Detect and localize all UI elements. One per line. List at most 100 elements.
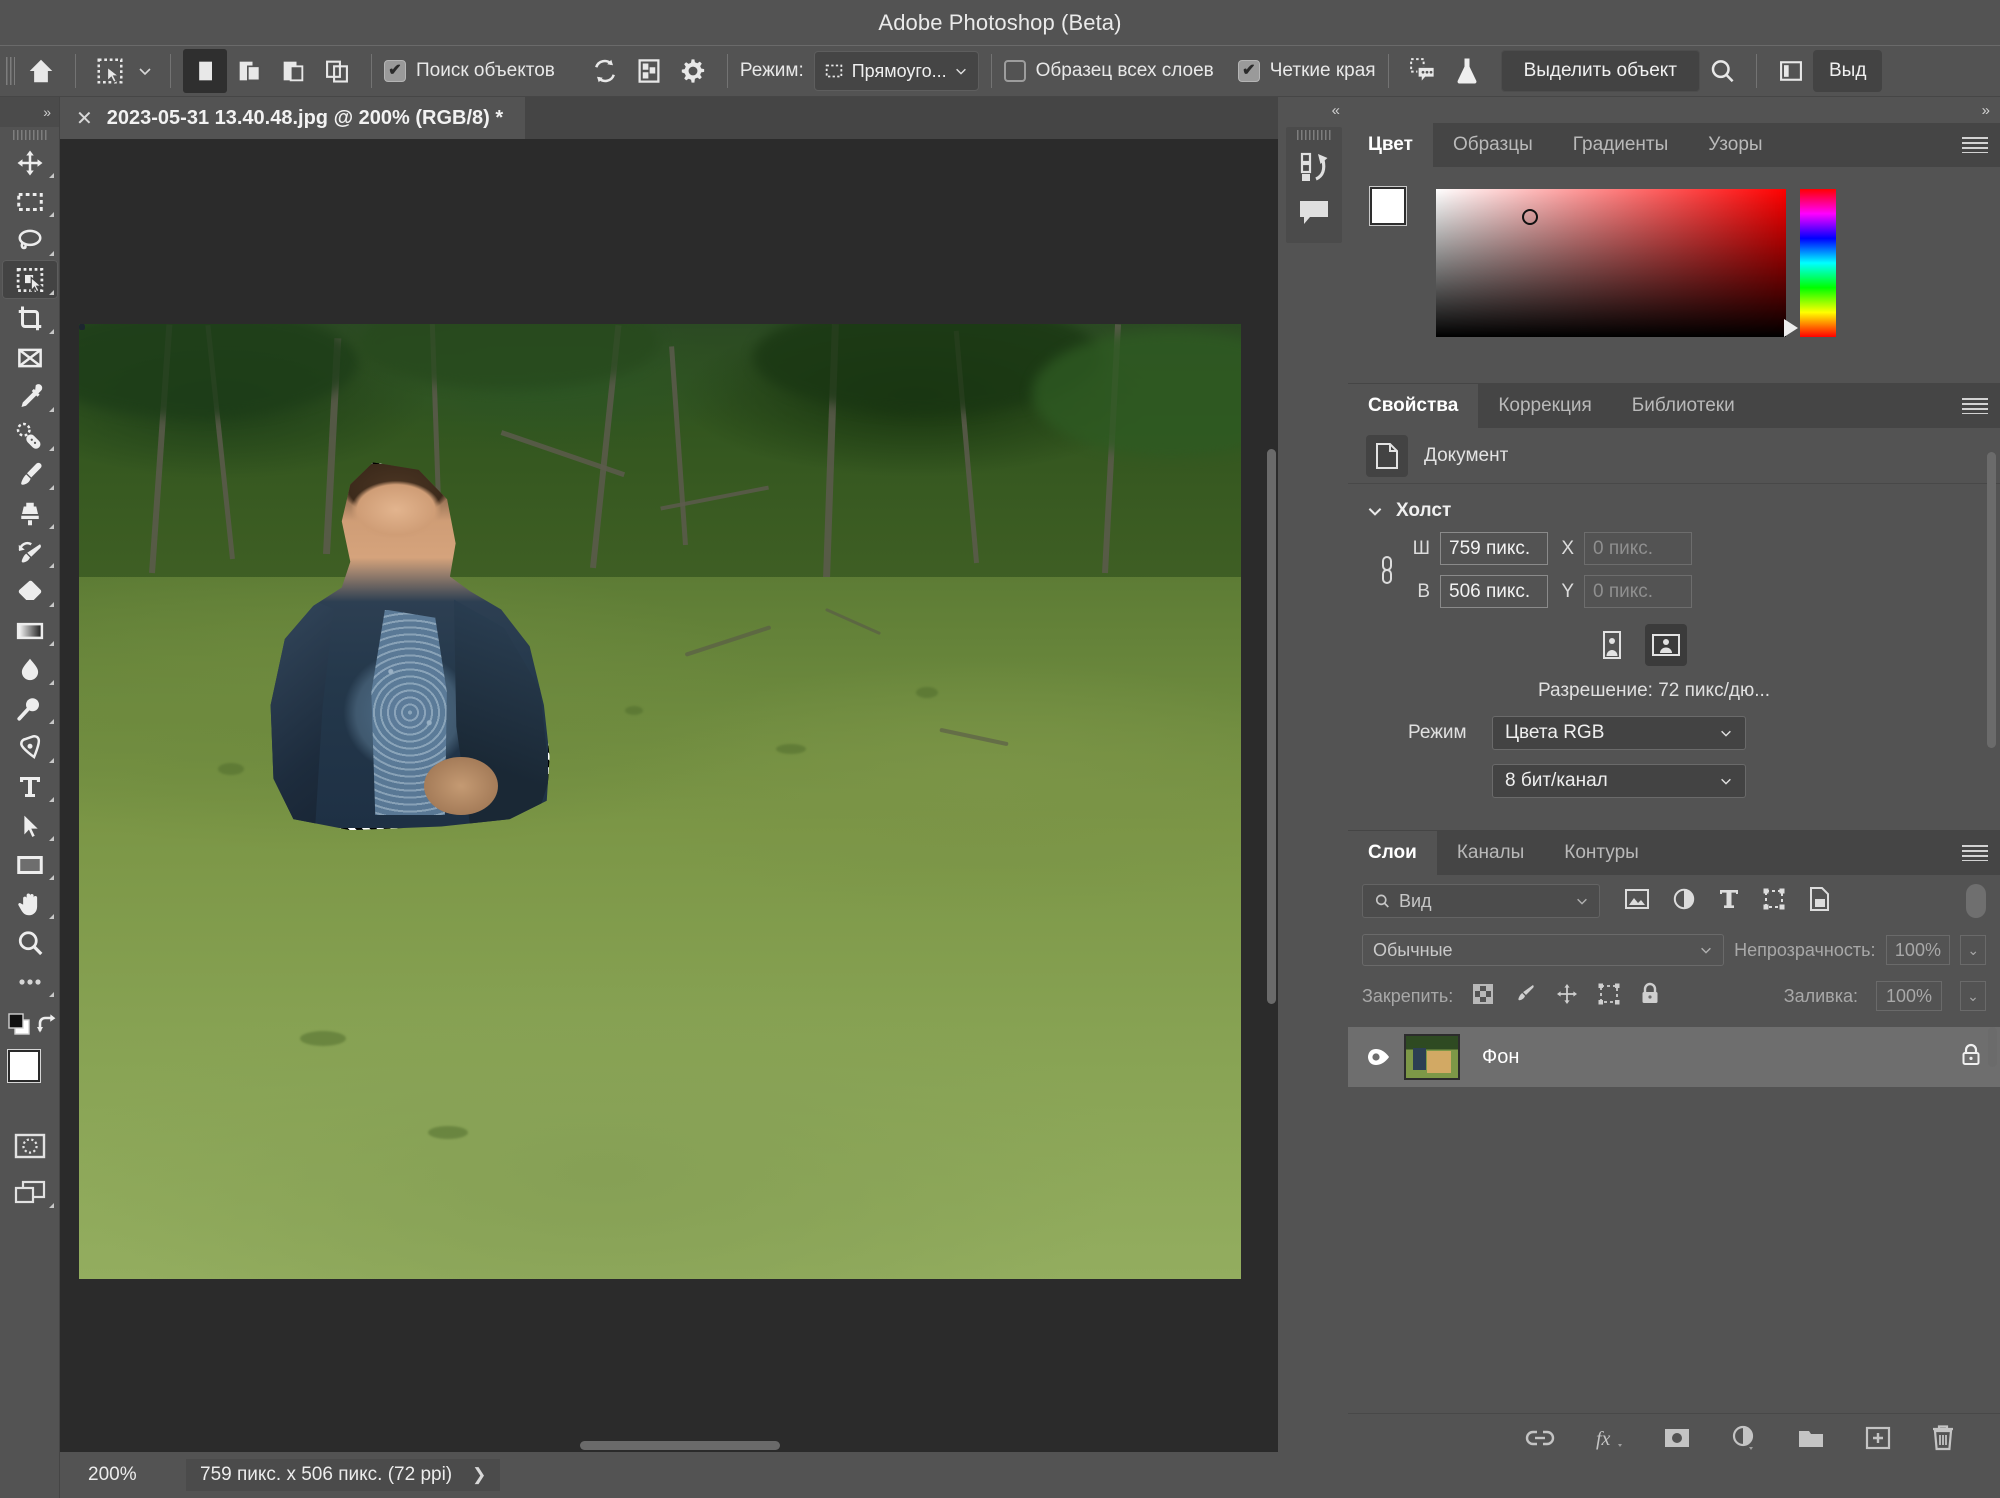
document-canvas[interactable] (79, 324, 1241, 1279)
tools-grip[interactable] (0, 127, 59, 143)
object-selection-tool[interactable] (2, 260, 58, 299)
subtract-from-selection-mode-button[interactable] (271, 49, 315, 93)
spot-healing-brush-tool[interactable] (2, 416, 58, 455)
object-finder-settings-button[interactable] (671, 49, 715, 93)
fill-stepper[interactable]: ⌄ (1960, 981, 1986, 1011)
type-tool[interactable] (2, 767, 58, 806)
pixel-layer-filter-button[interactable] (1624, 887, 1650, 916)
layer-filter-toggle[interactable] (1966, 884, 1986, 918)
layer-list-scrollbar[interactable] (1988, 1027, 1997, 1067)
lasso-tool[interactable] (2, 221, 58, 260)
tools-expand-button[interactable]: » (0, 97, 59, 127)
hard-edges-checkbox[interactable]: ✔ Четкие края (1237, 60, 1376, 82)
chevron-right-icon[interactable]: ❯ (472, 1465, 486, 1485)
tab-layers[interactable]: Слои (1348, 831, 1437, 875)
new-layer-button[interactable] (1864, 1425, 1892, 1456)
color-mode-dropdown[interactable]: Цвета RGB (1492, 716, 1746, 750)
height-input[interactable]: 506 пикс. (1440, 575, 1548, 608)
path-selection-tool[interactable] (2, 806, 58, 845)
select-subject-button[interactable]: Выделить объект (1500, 50, 1700, 92)
smart-object-filter-button[interactable] (1808, 886, 1832, 917)
new-selection-mode-button[interactable] (183, 49, 227, 93)
tool-preset-caret[interactable] (132, 49, 158, 93)
pen-tool[interactable] (2, 728, 58, 767)
search-button[interactable] (1700, 49, 1744, 93)
delete-layer-button[interactable] (1930, 1424, 1956, 1457)
tab-patterns[interactable]: Узоры (1688, 123, 1783, 167)
color-field[interactable] (1436, 189, 1786, 337)
panel-menu-icon[interactable] (1962, 137, 1988, 153)
add-layer-mask-button[interactable] (1662, 1426, 1692, 1455)
tab-properties[interactable]: Свойства (1348, 384, 1479, 428)
tab-paths[interactable]: Контуры (1544, 831, 1659, 875)
show-object-overlay-button[interactable] (627, 49, 671, 93)
eyedropper-tool[interactable] (2, 377, 58, 416)
mini-panel-grip[interactable] (1286, 127, 1342, 143)
foreground-color-swatch[interactable] (1370, 187, 1406, 225)
width-input[interactable]: 759 пикс. (1440, 532, 1548, 565)
lock-transparent-pixels-button[interactable] (1471, 982, 1495, 1011)
document-tab[interactable]: ✕ 2023-05-31 13.40.48.jpg @ 200% (RGB/8)… (60, 97, 526, 139)
select-and-mask-panel-button[interactable] (1769, 49, 1813, 93)
brush-tool[interactable] (2, 455, 58, 494)
fill-input[interactable]: 100% (1876, 981, 1942, 1011)
opacity-stepper[interactable]: ⌄ (1960, 935, 1986, 965)
tab-libraries[interactable]: Библиотеки (1611, 384, 1755, 428)
tab-gradients[interactable]: Градиенты (1552, 123, 1689, 167)
beta-flask-button[interactable] (1445, 49, 1489, 93)
canvas-area[interactable] (60, 139, 1278, 1452)
color-swatches[interactable] (2, 1048, 58, 1110)
tab-channels[interactable]: Каналы (1436, 831, 1545, 875)
panel-menu-icon[interactable] (1962, 845, 1988, 861)
properties-scrollbar[interactable] (1987, 452, 1996, 748)
layer-filter-dropdown[interactable]: Вид (1362, 884, 1600, 918)
portrait-orientation-button[interactable] (1591, 624, 1633, 666)
options-bar-grip[interactable] (6, 57, 15, 85)
selection-feedback-button[interactable] (1401, 49, 1445, 93)
move-tool[interactable] (2, 143, 58, 182)
quick-mask-button[interactable] (2, 1126, 58, 1165)
dodge-tool[interactable] (2, 689, 58, 728)
layer-visibility-toggle[interactable] (1348, 1047, 1404, 1067)
sample-all-layers-checkbox[interactable]: Образец всех слоев (1003, 60, 1214, 82)
new-group-button[interactable] (1796, 1426, 1826, 1455)
screen-mode-button[interactable] (2, 1173, 58, 1212)
default-colors-button[interactable] (6, 1011, 34, 1044)
gradient-tool[interactable] (2, 611, 58, 650)
history-brush-tool[interactable] (2, 533, 58, 572)
object-finder-checkbox[interactable]: ✔ Поиск объектов (384, 60, 555, 82)
refresh-object-finder-button[interactable] (583, 49, 627, 93)
zoom-level[interactable]: 200% (88, 1464, 174, 1486)
layer-row-background[interactable]: Фон (1348, 1027, 2000, 1087)
opacity-input[interactable]: 100% (1885, 935, 1951, 965)
link-layers-button[interactable] (1524, 1428, 1556, 1453)
link-dimensions-icon[interactable] (1370, 553, 1404, 587)
zoom-tool[interactable] (2, 923, 58, 962)
lock-artboard-nesting-button[interactable] (1597, 982, 1621, 1011)
shape-layer-filter-button[interactable] (1762, 887, 1786, 916)
new-adjustment-layer-button[interactable] (1730, 1425, 1758, 1456)
document-dimensions[interactable]: 759 пикс. x 506 пикс. (72 ppi) ❯ (186, 1459, 501, 1491)
comments-panel-button[interactable] (1286, 189, 1342, 235)
canvas-section-header[interactable]: Холст (1348, 484, 2000, 532)
frame-tool[interactable] (2, 338, 58, 377)
hue-slider[interactable] (1800, 189, 1836, 337)
bit-depth-dropdown[interactable]: 8 бит/канал (1492, 764, 1746, 798)
rectangle-tool[interactable] (2, 845, 58, 884)
layer-style-button[interactable]: fx (1594, 1425, 1624, 1456)
adjustment-layer-filter-button[interactable] (1672, 887, 1696, 916)
intersect-selection-mode-button[interactable] (315, 49, 359, 93)
collapse-panels-button[interactable]: « (1278, 97, 1348, 123)
tab-adjustments[interactable]: Коррекция (1478, 384, 1612, 428)
crop-tool[interactable] (2, 299, 58, 338)
selected-person[interactable] (265, 462, 550, 831)
y-input[interactable]: 0 пикс. (1584, 575, 1692, 608)
select-and-mask-button[interactable]: Выд (1813, 50, 1883, 92)
edit-toolbar-button[interactable] (2, 962, 58, 1001)
expand-dock-button[interactable]: » (1348, 97, 2000, 123)
tab-swatches[interactable]: Образцы (1432, 123, 1553, 167)
lock-all-button[interactable] (1639, 982, 1661, 1011)
blur-tool[interactable] (2, 650, 58, 689)
canvas-horizontal-scrollbar[interactable] (60, 1438, 1278, 1452)
tab-color[interactable]: Цвет (1348, 123, 1433, 167)
